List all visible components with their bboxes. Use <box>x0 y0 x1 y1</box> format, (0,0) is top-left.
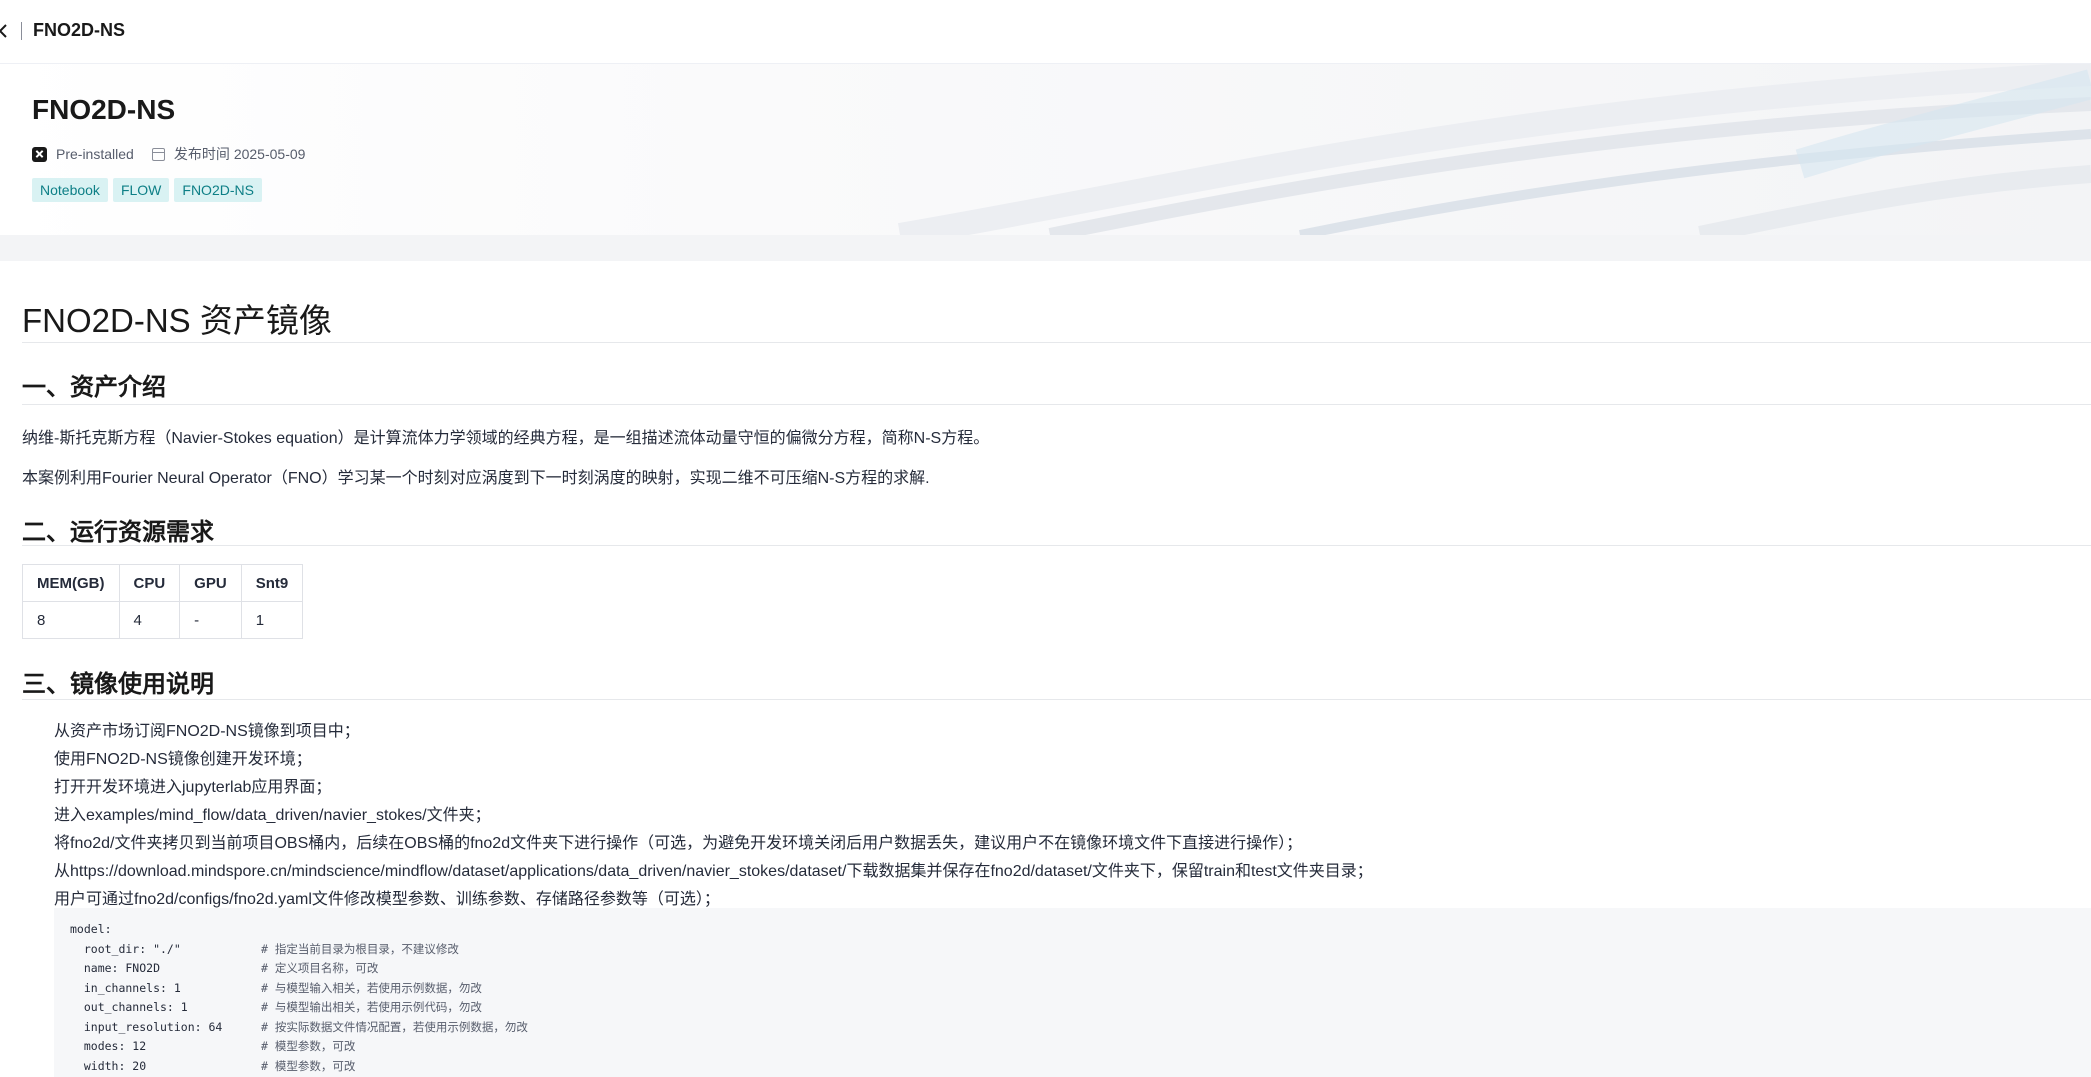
asset-title: FNO2D-NS <box>32 94 176 125</box>
code-text: out_channels: 1 <box>70 1000 188 1014</box>
page-title: FNO2D-NS <box>33 20 126 40</box>
usage-step: 用户可通过fno2d/configs/fno2d.yaml文件修改模型参数、训练… <box>54 891 720 908</box>
tag-fno2d-ns[interactable]: FNO2D-NS <box>174 178 262 202</box>
usage-step: 将fno2d/文件夹拷贝到当前项目OBS桶内，后续在OBS桶的fno2d文件夹下… <box>54 835 1303 852</box>
publish-label: 发布时间 <box>173 146 230 162</box>
section-heading-intro: 一、资产介绍 <box>22 374 166 401</box>
calendar-icon <box>151 147 165 161</box>
section-heading-usage: 三、镜像使用说明 <box>22 671 214 698</box>
code-comment: # 模型参数，可改 <box>261 1039 356 1053</box>
resource-table: MEM(GB) CPU GPU Snt9 8 4 - 1 <box>22 564 304 639</box>
code-line: modes: 12 # 模型参数，可改 <box>70 1037 2091 1057</box>
tag-list: Notebook FLOW FNO2D-NS <box>32 178 262 202</box>
code-comment: # 按实际数据文件情况配置，若使用示例数据，勿改 <box>261 1019 528 1034</box>
code-text: name: FNO2D <box>70 961 161 975</box>
table-header-cell: CPU <box>118 564 181 602</box>
code-text: in_channels: 1 <box>70 980 181 995</box>
preinstalled-icon <box>32 146 47 162</box>
heading-rule <box>22 545 2091 546</box>
section-divider-band <box>0 235 2091 261</box>
code-text: modes: 12 <box>70 1039 147 1053</box>
table-header-cell: MEM(GB) <box>22 564 120 602</box>
top-bar: FNO2D-NS <box>0 0 2091 64</box>
table-cell: 1 <box>240 601 304 639</box>
table-cell: - <box>179 601 242 639</box>
code-line: model: <box>70 920 2091 940</box>
table-header-row: MEM(GB) CPU GPU Snt9 <box>22 564 304 602</box>
heading-rule <box>22 699 2091 700</box>
code-text: model: <box>70 922 112 936</box>
table-cell: 4 <box>118 601 181 639</box>
code-comment: # 定义项目名称，可改 <box>261 961 379 975</box>
code-text: root_dir: "./" <box>70 941 181 956</box>
section-heading-resources: 二、运行资源需求 <box>22 519 214 546</box>
code-text: width: 20 <box>70 1058 147 1073</box>
code-comment: # 与模型输入相关，若使用示例数据，勿改 <box>261 980 482 995</box>
preinstalled-label: Pre-installed <box>56 146 134 162</box>
code-comment: # 指定当前目录为根目录，不建议修改 <box>261 941 459 956</box>
code-line: root_dir: "./" # 指定当前目录为根目录，不建议修改 <box>70 940 2091 960</box>
table-row: 8 4 - 1 <box>22 601 304 639</box>
code-line: input_resolution: 64 # 按实际数据文件情况配置，若使用示例数… <box>70 1018 2091 1038</box>
hero-background-decoration <box>897 64 2091 235</box>
usage-step: 从资产市场订阅FNO2D-NS镜像到项目中； <box>54 723 360 740</box>
table-cell: 8 <box>22 601 120 639</box>
intro-paragraph-1: 纳维-斯托克斯方程（Navier-Stokes equation）是计算流体力学… <box>22 430 990 447</box>
config-code-block: model: root_dir: "./" # 指定当前目录为根目录，不建议修改 … <box>54 908 2091 1077</box>
code-line: out_channels: 1 # 与模型输出相关，若使用示例代码，勿改 <box>70 998 2091 1018</box>
table-header-cell: GPU <box>179 564 242 602</box>
tag-flow[interactable]: FLOW <box>112 178 170 202</box>
asset-hero: FNO2D-NS Pre-installed 发布时间 2025-05-09 N… <box>0 64 2091 235</box>
code-line: name: FNO2D # 定义项目名称，可改 <box>70 959 2091 979</box>
divider <box>21 22 22 40</box>
tag-notebook[interactable]: Notebook <box>32 178 108 202</box>
usage-step: 打开开发环境进入jupyterlab应用界面； <box>54 779 332 796</box>
chevron-left-icon[interactable] <box>0 22 14 40</box>
publish-date: 2025-05-09 <box>233 146 306 162</box>
code-comment: # 模型参数，可改 <box>261 1058 356 1073</box>
table-header-cell: Snt9 <box>240 564 304 602</box>
asset-meta: Pre-installed 发布时间 2025-05-09 <box>32 144 305 164</box>
heading-rule <box>22 342 2091 343</box>
usage-step: 使用FNO2D-NS镜像创建开发环境； <box>54 751 312 768</box>
code-line: in_channels: 1 # 与模型输入相关，若使用示例数据，勿改 <box>70 979 2091 999</box>
intro-paragraph-2: 本案例利用Fourier Neural Operator（FNO）学习某一个时刻… <box>22 470 930 487</box>
code-comment: # 与模型输出相关，若使用示例代码，勿改 <box>261 1000 482 1014</box>
usage-step: 进入examples/mind_flow/data_driven/navier_… <box>54 807 491 824</box>
usage-step: 从https://download.mindspore.cn/mindscien… <box>54 863 1373 880</box>
document-title: FNO2D-NS 资产镜像 <box>22 302 332 339</box>
code-line: width: 20 # 模型参数，可改 <box>70 1057 2091 1077</box>
code-text: input_resolution: 64 <box>70 1019 223 1034</box>
heading-rule <box>22 404 2091 405</box>
